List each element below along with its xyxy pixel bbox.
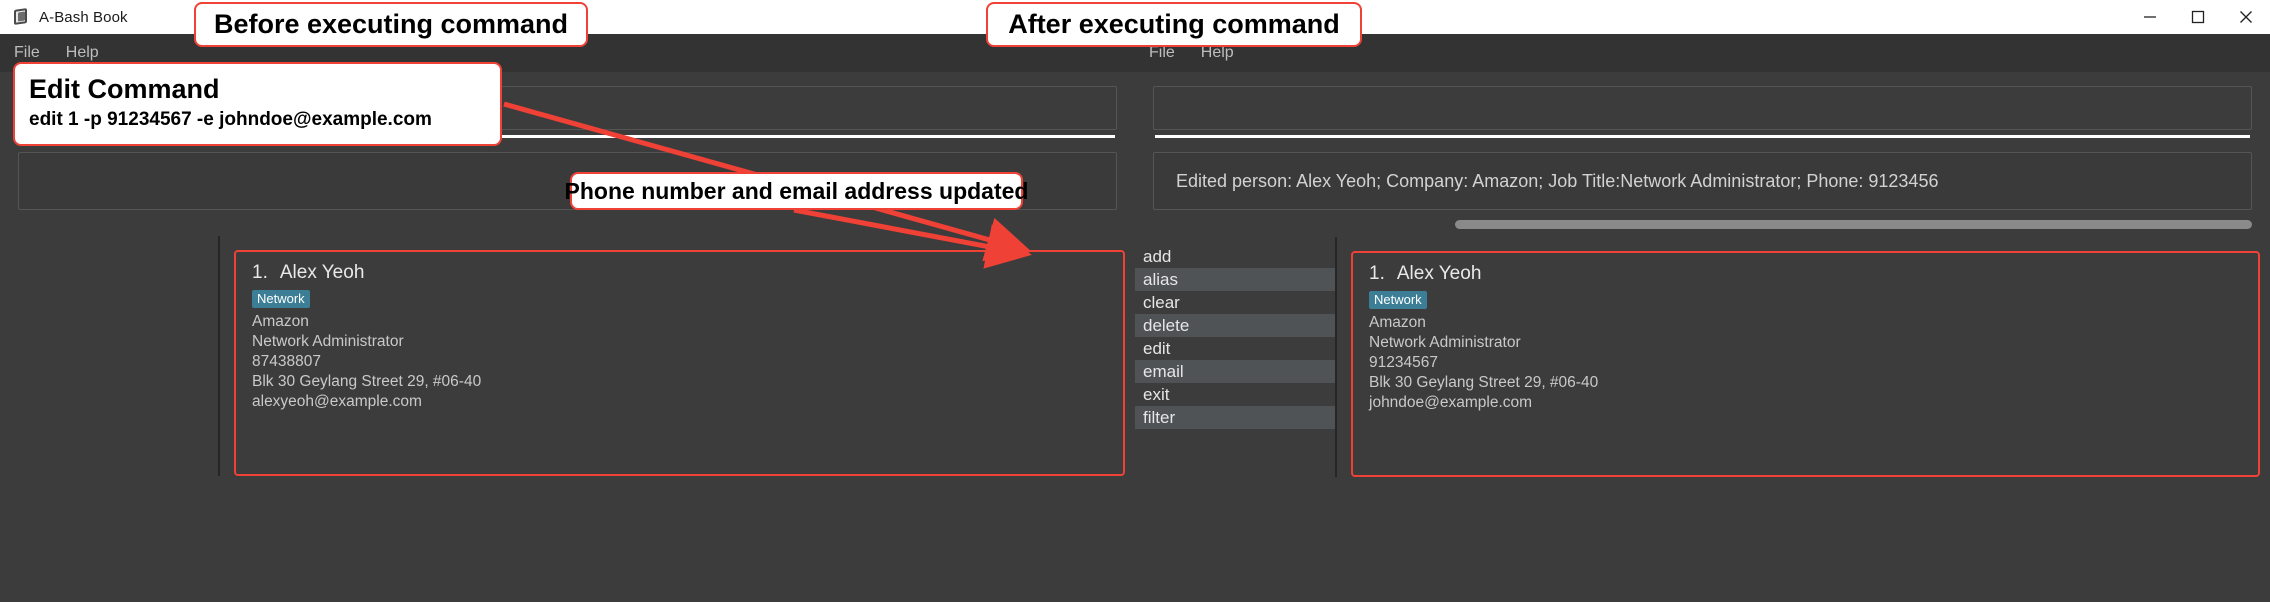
window-title: A-Bash Book <box>39 8 128 26</box>
person-card-wrap-before: 1. Alex Yeoh Network Amazon Network Admin… <box>220 236 1135 476</box>
person-email: alexyeoh@example.com <box>252 393 422 410</box>
left-spacer-before <box>0 236 218 476</box>
callout-edit-command-text: edit 1 -p 91234567 -e johndoe@example.co… <box>29 109 432 130</box>
command-region-after <box>1135 72 2270 138</box>
menu-help[interactable]: Help <box>66 44 99 62</box>
result-display-after: Edited person: Alex Yeoh; Company: Amazo… <box>1153 152 2252 210</box>
window-controls <box>2126 0 2270 34</box>
person-name: Alex Yeoh <box>1396 263 1482 284</box>
person-phone: 87438807 <box>252 353 321 370</box>
minimize-button[interactable] <box>2126 0 2174 34</box>
person-address: Blk 30 Geylang Street 29, #06-40 <box>252 373 482 390</box>
command-input-after[interactable] <box>1153 86 2252 130</box>
person-company: Amazon <box>1369 314 1426 331</box>
lower-panel-before: 1. Alex Yeoh Network Amazon Network Admin… <box>0 236 1135 476</box>
window-after: A-Bash Book File Help Edited perso <box>1135 0 2270 602</box>
person-card-wrap-after: 1. Alex Yeoh Network Amazon Network Admin… <box>1337 237 2270 477</box>
person-index: 1. <box>1369 263 1385 284</box>
command-list-item[interactable]: exit <box>1135 383 1335 406</box>
command-input-underline <box>1155 135 2250 138</box>
command-list: add alias clear delete edit email exit f… <box>1135 237 1335 477</box>
person-title: 1. Alex Yeoh <box>252 262 1109 284</box>
person-name: Alex Yeoh <box>279 262 365 283</box>
person-phone: 91234567 <box>1369 354 1438 371</box>
app-icon <box>12 8 30 26</box>
callout-before-text: Before executing command <box>213 9 569 39</box>
person-index: 1. <box>252 262 268 283</box>
person-tag: Network <box>252 290 310 308</box>
command-list-item[interactable]: filter <box>1135 406 1335 429</box>
person-job-title: Network Administrator <box>252 333 404 350</box>
person-email: johndoe@example.com <box>1369 394 1533 411</box>
lower-panel-after: add alias clear delete edit email exit f… <box>1135 237 2270 477</box>
close-button[interactable] <box>2222 0 2270 34</box>
callout-after-text: After executing command <box>1008 9 1340 39</box>
command-list-item[interactable]: add <box>1135 245 1335 268</box>
person-card[interactable]: 1. Alex Yeoh Network Amazon Network Admin… <box>234 250 1125 476</box>
result-text-after: Edited person: Alex Yeoh; Company: Amazo… <box>1176 170 1939 191</box>
callout-after-executing: After executing command <box>986 2 1362 47</box>
person-title: 1. Alex Yeoh <box>1369 263 2244 285</box>
menu-file[interactable]: File <box>14 44 40 62</box>
callout-phone-email-updated: Phone number and email address updated <box>565 172 1028 210</box>
screenshot-root: A-Bash Book File Help 1. Alex Yeoh Netwo… <box>0 0 2270 602</box>
maximize-button[interactable] <box>2174 0 2222 34</box>
callout-edit-command: Edit Command edit 1 -p 91234567 -e johnd… <box>13 62 502 146</box>
callout-before-executing: Before executing command <box>194 2 588 47</box>
command-list-item[interactable]: delete <box>1135 314 1335 337</box>
person-card[interactable]: 1. Alex Yeoh Network Amazon Network Admin… <box>1351 251 2260 477</box>
person-company: Amazon <box>252 313 309 330</box>
horizontal-scrollbar[interactable] <box>1455 220 2252 229</box>
person-job-title: Network Administrator <box>1369 334 1521 351</box>
command-list-item[interactable]: email <box>1135 360 1335 383</box>
command-list-item[interactable]: clear <box>1135 291 1335 314</box>
callout-phone-text: Phone number and email address updated <box>564 177 1029 204</box>
callout-edit-heading: Edit Command <box>29 74 220 104</box>
person-tag: Network <box>1369 291 1427 309</box>
command-list-item[interactable]: edit <box>1135 337 1335 360</box>
person-address: Blk 30 Geylang Street 29, #06-40 <box>1369 374 1599 391</box>
command-list-item[interactable]: alias <box>1135 268 1335 291</box>
